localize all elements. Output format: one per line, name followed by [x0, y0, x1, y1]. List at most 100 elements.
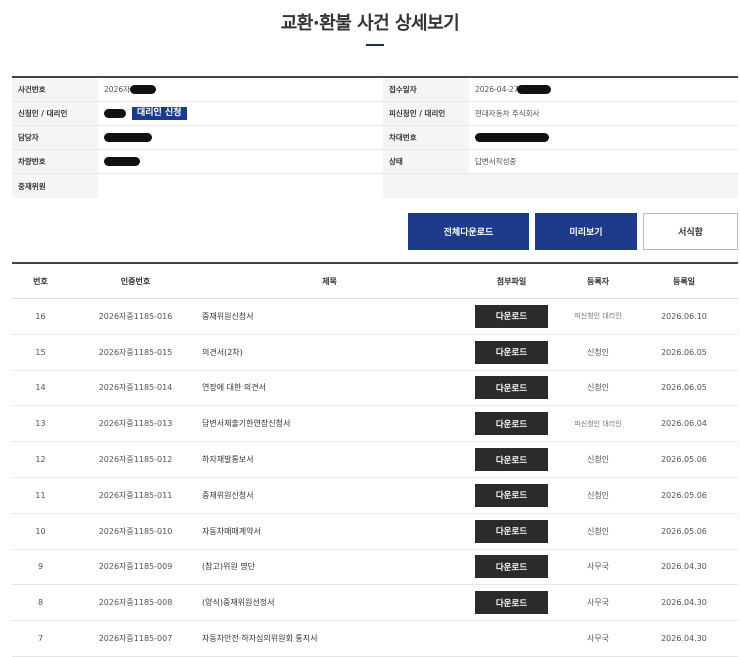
redaction-mark — [475, 133, 549, 142]
row-date: 2026.06.05 — [661, 383, 707, 393]
applicant-label: 신청인 / 대리인 — [12, 102, 98, 125]
vehicle-id-label: 차대번호 — [383, 126, 469, 149]
header-cert: 인증번호 — [120, 276, 151, 286]
table-row: 8 2026자중1185-008 (양식)중재위원선정서 다운로드 사무국 2026.04… — [12, 585, 738, 622]
plate-label: 차량번호 — [12, 150, 98, 173]
vehicle-id-value — [469, 126, 738, 149]
row-registrant: 신청인 — [586, 347, 610, 357]
case-no-text: 2026자 — [104, 85, 130, 94]
download-all-button[interactable]: 전체다운로드 — [408, 213, 529, 250]
redaction-mark — [130, 85, 156, 94]
row-registrant: 피신청인 대리인 — [574, 419, 622, 428]
table-row: 14 2026자중1185-014 연장에 대한 의견서 다운로드 신청인 2026.06… — [12, 371, 738, 407]
case-no-label: 사건번호 — [12, 78, 98, 101]
download-button[interactable]: 다운로드 — [475, 448, 548, 472]
table-row: 15 2026자중1185-015 의견서(2차) 다운로드 신청인 2026.06.05 — [12, 335, 738, 371]
preview-button[interactable]: 미리보기 — [535, 213, 637, 250]
documents-table: 번호 인증번호 제목 첨부파일 등록자 등록일 16 2026자중1185-016… — [12, 262, 738, 657]
row-title[interactable]: 중재위원신청서 — [202, 299, 457, 334]
row-title[interactable]: 연장에 대한 의견서 — [202, 371, 457, 406]
table-row: 10 2026자중1185-010 자동차매매계약서 다운로드 신청인 2026.05.0… — [12, 514, 738, 550]
row-title[interactable]: 하자재발통보서 — [202, 442, 457, 477]
info-row: 신청인 / 대리인 대리인 신청 피신청인 / 대리인 현대자동차 주식회사 — [12, 102, 738, 126]
row-date: 2026.04.30 — [661, 598, 707, 608]
info-row: 사건번호 2026자 접수일자 2026-04-27 — [12, 78, 738, 102]
download-button[interactable]: 다운로드 — [475, 412, 548, 436]
row-cert: 2026자중1185-014 — [98, 383, 173, 393]
download-button[interactable]: 다운로드 — [475, 340, 548, 364]
row-title[interactable]: 의견서(2차) — [202, 335, 457, 370]
download-button[interactable]: 다운로드 — [475, 555, 548, 579]
redaction-mark — [516, 85, 551, 94]
header-date: 등록일 — [672, 276, 696, 286]
redaction-mark — [104, 109, 126, 118]
info-row: 차량번호 상태 답변서작성중 — [12, 150, 738, 174]
form-archive-button[interactable]: 서식함 — [643, 213, 738, 250]
table-row: 12 2026자중1185-012 하자재발통보서 다운로드 신청인 2026.05.06 — [12, 442, 738, 478]
page-title: 교환·환불 사건 상세보기 — [280, 13, 460, 34]
row-cert: 2026자중1185-012 — [98, 455, 173, 465]
header-attachment: 첨부파일 — [496, 276, 527, 286]
row-no: 8 — [37, 598, 44, 608]
row-attachment: 다운로드 — [457, 335, 566, 370]
row-no: 14 — [35, 383, 46, 393]
row-cert: 2026자중1185-007 — [98, 634, 173, 644]
empty-cell — [383, 174, 738, 198]
plate-value — [98, 150, 383, 173]
info-row: 중재위원 — [12, 174, 738, 198]
manager-label: 담당자 — [12, 126, 98, 149]
applicant-value: 대리인 신청 — [98, 102, 383, 125]
download-button[interactable]: 다운로드 — [475, 483, 548, 507]
redaction-mark — [104, 133, 152, 142]
row-attachment — [457, 621, 566, 656]
row-cert: 2026자중1185-013 — [98, 419, 173, 429]
row-attachment: 다운로드 — [457, 442, 566, 477]
table-row: 9 2026자중1185-009 (참고)위원 명단 다운로드 사무국 2026.04.3… — [12, 550, 738, 586]
row-no: 9 — [37, 562, 44, 572]
row-registrant: 신청인 — [586, 490, 610, 500]
row-attachment: 다운로드 — [457, 514, 566, 549]
download-button[interactable]: 다운로드 — [475, 591, 548, 615]
download-button[interactable]: 다운로드 — [475, 376, 548, 400]
row-title[interactable]: (양식)중재위원선정서 — [202, 585, 457, 620]
download-button[interactable]: 다운로드 — [475, 519, 548, 543]
header-title: 제목 — [322, 276, 337, 286]
row-cert: 2026자중1185-015 — [98, 347, 173, 357]
receipt-date-label: 접수일자 — [383, 78, 469, 101]
table-header: 번호 인증번호 제목 첨부파일 등록자 등록일 — [12, 264, 738, 299]
row-date: 2026.04.30 — [661, 562, 707, 572]
row-title[interactable]: 답변서제출기한연장신청서 — [202, 406, 457, 441]
manager-value — [98, 126, 383, 149]
info-row: 담당자 차대번호 — [12, 126, 738, 150]
row-title[interactable]: 자동차안전·하자심의위원회 통지서 — [202, 621, 457, 656]
table-row: 7 2026자중1185-007 자동차안전·하자심의위원회 통지서 사무국 2026.… — [12, 621, 738, 657]
respondent-value: 현대자동차 주식회사 — [469, 102, 738, 125]
respondent-label: 피신청인 / 대리인 — [383, 102, 469, 125]
row-no: 16 — [35, 311, 46, 321]
row-date: 2026.06.04 — [661, 419, 707, 429]
row-attachment: 다운로드 — [457, 299, 566, 334]
table-row: 13 2026자중1185-013 답변서제출기한연장신청서 다운로드 피신청인 대리인… — [12, 406, 738, 443]
row-registrant: 사무국 — [586, 634, 610, 644]
row-registrant: 사무국 — [586, 562, 610, 572]
case-no-value: 2026자 — [98, 78, 383, 101]
row-registrant: 피신청인 대리인 — [574, 312, 622, 321]
agent-badge: 대리인 신청 — [132, 107, 187, 120]
row-date: 2026.06.05 — [661, 347, 707, 357]
row-registrant: 신청인 — [586, 455, 610, 465]
row-no: 7 — [37, 634, 44, 644]
row-date: 2026.05.06 — [661, 526, 707, 536]
row-title[interactable]: (참고)위원 명단 — [202, 550, 457, 585]
row-no: 15 — [35, 347, 46, 357]
row-attachment: 다운로드 — [457, 371, 566, 406]
row-cert: 2026자중1185-009 — [98, 562, 173, 572]
row-registrant: 신청인 — [586, 526, 610, 536]
row-date: 2026.04.30 — [661, 634, 707, 644]
download-button[interactable]: 다운로드 — [475, 304, 548, 328]
receipt-date-value: 2026-04-27 — [469, 78, 738, 101]
row-title[interactable]: 자동차매매계약서 — [202, 514, 457, 549]
row-registrant: 사무국 — [586, 598, 610, 608]
row-title[interactable]: 중재위원신청서 — [202, 478, 457, 513]
table-row: 11 2026자중1185-011 중재위원신청서 다운로드 신청인 2026.05.06 — [12, 478, 738, 514]
status-value: 답변서작성중 — [469, 150, 738, 173]
